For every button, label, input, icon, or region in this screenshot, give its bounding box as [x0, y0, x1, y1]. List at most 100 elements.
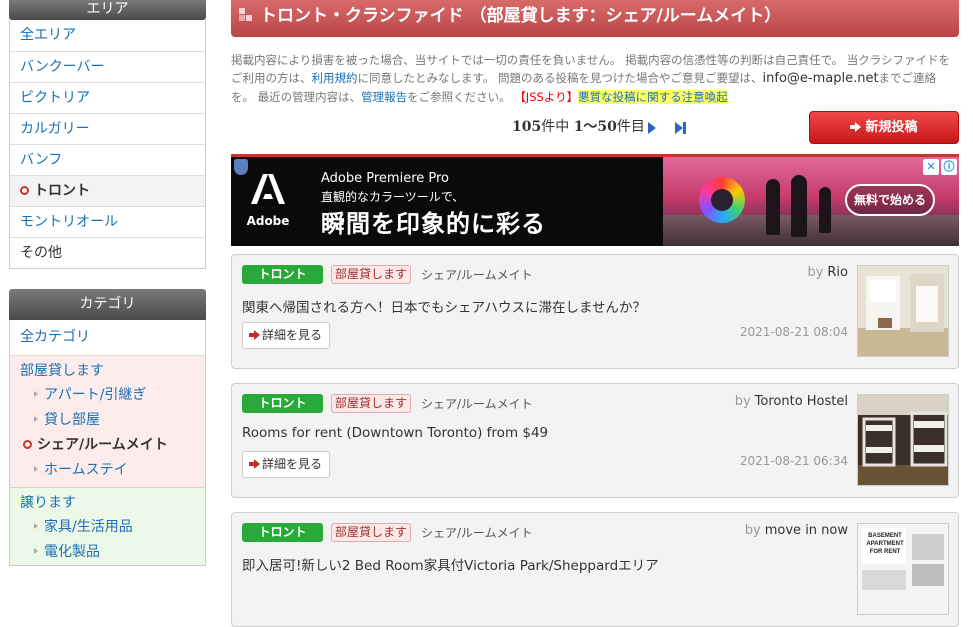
pager-total-suffix: 件中	[541, 119, 570, 135]
sidebar-item-label: トロント	[34, 183, 90, 199]
ad-figure	[819, 187, 831, 233]
listing-thumbnail[interactable]: BASEMENT APARTMENT FOR RENT	[857, 523, 949, 615]
disclaimer-notice: 掲載内容により損害を被った場合、当サイトでは一切の責任を負いません。 掲載内容の…	[231, 51, 959, 106]
sidebar-item-other[interactable]: その他	[10, 237, 205, 268]
author-line: by Rio	[807, 265, 848, 280]
title-grid-icon	[239, 7, 252, 21]
close-icon[interactable]: ✕	[923, 159, 939, 175]
by-label: by	[807, 265, 824, 280]
bullet-icon	[34, 416, 38, 422]
sidebar-item-homestay[interactable]: ホームステイ	[10, 458, 205, 483]
arrow-right-icon	[850, 121, 862, 132]
author-name: Toronto Hostel	[754, 394, 848, 409]
flyer-text: BASEMENT APARTMENT FOR RENT	[866, 533, 904, 555]
ad-image-road	[663, 215, 959, 246]
ad-subtitle: 直観的なカラーツールで、	[321, 190, 465, 204]
sidebar-item-label: 電化製品	[44, 544, 100, 560]
sidebar-item-apartment[interactable]: アパート/引継ぎ	[10, 383, 205, 408]
subcategory-label: シェア/ルームメイト	[421, 397, 533, 411]
room-photo-icon	[858, 266, 948, 356]
sidebar-item-calgary[interactable]: カルガリー	[10, 113, 205, 144]
bullet-icon	[34, 391, 38, 397]
ad-choices-icon[interactable]: ⓘ	[941, 159, 957, 175]
ad-headline: 瞬間を印象的に彩る	[321, 210, 546, 238]
sidebar-item-furniture[interactable]: 家具/生活用品	[10, 515, 205, 540]
new-post-label: 新規投稿	[865, 120, 918, 135]
contact-email: info@e-maple.net	[762, 71, 879, 86]
pager-row: 105件中 1〜50件目 新規投稿	[231, 110, 959, 150]
ad-figure	[791, 175, 807, 237]
listing-title[interactable]: Rooms for rent (Downtown Toronto) from $…	[242, 425, 548, 441]
sidebar-item-label: ホームステイ	[44, 462, 128, 478]
area-tag[interactable]: トロント	[242, 265, 323, 284]
sidebar-item-share[interactable]: シェア/ルームメイト	[10, 433, 205, 458]
main-content: トロント・クラシファイド （部屋貸します：シェア/ルームメイト） 掲載内容により…	[231, 0, 959, 627]
last-page-icon[interactable]	[675, 122, 687, 134]
admin-report-link[interactable]: 管理報告	[361, 90, 407, 104]
pager-total: 105	[512, 119, 542, 135]
current-marker-icon	[20, 185, 29, 195]
ad-product: Adobe Premiere Pro	[321, 171, 450, 186]
terms-link[interactable]: 利用規約	[312, 71, 358, 85]
sidebar-item-montreal[interactable]: モントリオール	[10, 206, 205, 237]
listing-title[interactable]: 即入居可!新しい2 Bed Room家具付Victoria Park/Shepp…	[242, 554, 659, 574]
sidebar-item-room[interactable]: 貸し部屋	[10, 408, 205, 433]
author-line: by move in now	[745, 523, 848, 538]
ad-banner[interactable]: Adobe Adobe Premiere Pro 直観的なカラーツールで、 瞬間…	[231, 154, 959, 246]
page-title: トロント・クラシファイド （部屋貸します：シェア/ルームメイト）	[260, 6, 782, 26]
sidebar-item-victoria[interactable]: ビクトリア	[10, 82, 205, 113]
category-tag[interactable]: 部屋貸します	[331, 523, 411, 542]
bullet-icon	[34, 466, 38, 472]
ad-cta-button[interactable]: 無料で始める	[845, 184, 935, 216]
view-details-label: 詳細を見る	[262, 328, 323, 342]
sidebar-item-label: 家具/生活用品	[44, 519, 133, 535]
area-tag[interactable]: トロント	[242, 523, 323, 542]
view-details-button[interactable]: 詳細を見る	[242, 451, 330, 478]
sidebar-item-banff[interactable]: バンフ	[10, 144, 205, 175]
area-tag[interactable]: トロント	[242, 394, 323, 413]
category-panel-header: カテゴリ	[9, 289, 206, 320]
listing-thumbnail[interactable]	[857, 265, 949, 357]
color-wheel-icon	[699, 177, 745, 223]
category-tag[interactable]: 部屋貸します	[331, 265, 411, 284]
category-list: 全カテゴリ 部屋貸します アパート/引継ぎ 貸し部屋 シェア/ルームメイト ホー…	[9, 320, 206, 566]
category-head-rent[interactable]: 部屋貸します	[10, 359, 205, 383]
ad-brand: Adobe	[246, 214, 290, 228]
author-name: Rio	[827, 265, 848, 280]
area-panel-header: エリア	[9, 0, 206, 20]
sidebar-item-electronics[interactable]: 電化製品	[10, 540, 205, 565]
sidebar-item-label: シェア/ルームメイト	[37, 437, 168, 453]
bullet-icon	[34, 523, 38, 529]
category-tag[interactable]: 部屋貸します	[331, 394, 411, 413]
notice-text: をご参照ください。	[407, 90, 511, 104]
current-marker-icon	[23, 439, 32, 449]
jss-warning-link[interactable]: 悪質な投稿に関する注意喚起	[578, 90, 728, 104]
sidebar-item-label: 貸し部屋	[44, 412, 100, 428]
listing-item: トロント 部屋貸します シェア/ルームメイト by Rio 関東へ帰国される方へ！…	[231, 254, 959, 369]
category-head-giveaway[interactable]: 譲ります	[10, 491, 205, 515]
page-title-bar: トロント・クラシファイド （部屋貸します：シェア/ルームメイト）	[231, 0, 959, 37]
sidebar-item-vancouver[interactable]: バンクーバー	[10, 51, 205, 82]
category-group-rent: 部屋貸します アパート/引継ぎ 貸し部屋 シェア/ルームメイト ホームステイ	[10, 356, 205, 488]
notice-text: に同意したとみなします。 問題のある投稿を見つけた場合やご意見ご要望は、	[357, 71, 763, 85]
sidebar-item-all-categories[interactable]: 全カテゴリ	[10, 320, 205, 356]
view-details-button[interactable]: 詳細を見る	[242, 322, 330, 349]
adobe-a-icon	[251, 174, 285, 204]
sidebar-item-toronto[interactable]: トロント	[10, 175, 205, 206]
listing-title[interactable]: 関東へ帰国される方へ！日本でもシェアハウスに滞在しませんか？	[242, 296, 646, 316]
listing-item: トロント 部屋貸します シェア/ルームメイト by Toronto Hostel …	[231, 383, 959, 498]
jss-label: 【JSSより】	[514, 90, 579, 104]
sidebar-item-label: アパート/引継ぎ	[44, 387, 147, 403]
ad-figure	[766, 179, 780, 235]
pager-range-suffix: 件目	[616, 119, 645, 135]
author-name: move in now	[764, 523, 848, 538]
sidebar-item-all-areas[interactable]: 全エリア	[10, 20, 205, 51]
category-group-giveaway: 譲ります 家具/生活用品 電化製品	[10, 488, 205, 565]
listing-thumbnail[interactable]	[857, 394, 949, 486]
new-post-button[interactable]: 新規投稿	[809, 111, 959, 144]
pager-info: 105件中 1〜50件目	[512, 116, 645, 136]
arrow-right-icon	[249, 458, 260, 469]
by-label: by	[744, 523, 761, 538]
next-page-icon[interactable]	[648, 122, 656, 134]
by-label: by	[734, 394, 751, 409]
